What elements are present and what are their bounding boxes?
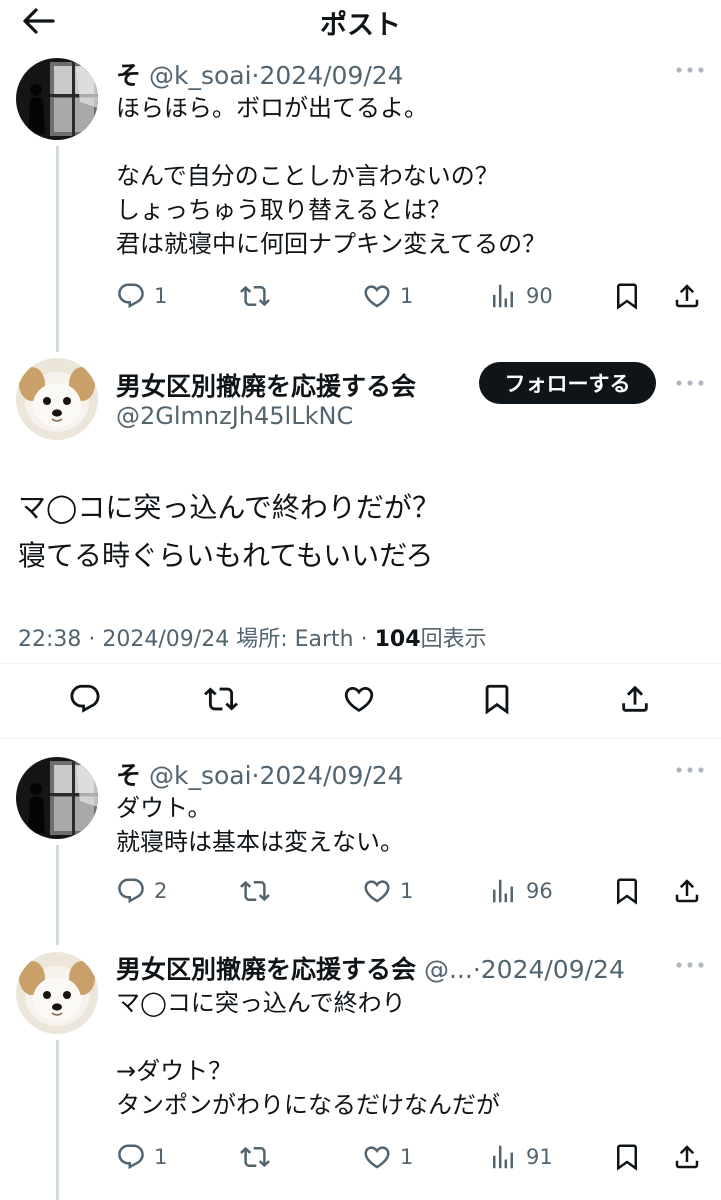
author-name[interactable]: そ	[116, 61, 141, 90]
divider	[0, 738, 721, 739]
bookmark-icon[interactable]	[612, 1142, 642, 1172]
post-text: ほらほら。ボロが出てるよ。 なんで自分のことしか言わないの？ しょっちゅう取り替…	[116, 94, 547, 258]
views-button[interactable]: 91	[488, 1142, 553, 1172]
author-name[interactable]: 男女区別撤廃を応援する会	[116, 372, 416, 401]
like-icon[interactable]	[342, 682, 376, 716]
post-header: そ @k_soai·2024/09/24	[116, 756, 404, 792]
like-button[interactable]: 1	[362, 281, 413, 311]
views-icon	[488, 281, 518, 311]
post-date[interactable]: 2024/09/24	[260, 61, 404, 90]
like-icon	[362, 876, 392, 906]
post-time[interactable]: 22:38	[18, 627, 81, 652]
post-header: 男女区別撤廃を応援する会 @...·2024/09/24	[116, 950, 625, 986]
follow-button[interactable]: フォローする	[479, 362, 656, 404]
page-title: ポスト	[320, 10, 401, 41]
avatar[interactable]	[16, 58, 98, 140]
views-button[interactable]: 90	[488, 281, 553, 311]
more-icon[interactable]	[674, 765, 706, 775]
thread-line	[56, 146, 59, 352]
view-count: 104	[374, 627, 421, 652]
reply-icon	[116, 876, 146, 906]
divider	[0, 663, 721, 664]
reply-icon	[116, 1142, 146, 1172]
bookmark-icon[interactable]	[612, 876, 642, 906]
author-handle[interactable]: @k_soai	[149, 761, 252, 790]
thread-line	[56, 845, 59, 945]
retweet-button[interactable]	[240, 1142, 278, 1172]
views-count: 91	[526, 1145, 553, 1169]
reply-count: 2	[154, 879, 168, 903]
author-handle[interactable]: @2GlmnzJh45lLkNC	[116, 402, 353, 430]
reply-count: 1	[154, 1145, 168, 1169]
share-icon[interactable]	[672, 281, 702, 311]
separator-dot: ·	[251, 61, 260, 90]
like-icon	[362, 1142, 392, 1172]
main-author-name-row: 男女区別撤廃を応援する会	[116, 367, 416, 403]
separator-dot: ·	[472, 955, 481, 984]
separator-dot: ·	[251, 761, 260, 790]
author-handle[interactable]: @k_soai	[149, 61, 252, 90]
retweet-icon	[240, 1142, 270, 1172]
post-info-line: 22:38 · 2024/09/24 場所: Earth · 104回表示	[18, 621, 487, 653]
post-text: マ◯コに突っ込んで終わり →ダウト？ タンポンがわりになるだけなんだが	[116, 989, 500, 1119]
author-name[interactable]: 男女区別撤廃を応援する会	[116, 955, 416, 984]
bookmark-icon[interactable]	[480, 682, 514, 716]
views-button[interactable]: 96	[488, 876, 553, 906]
reply-button[interactable]: 1	[116, 1142, 167, 1172]
share-icon[interactable]	[618, 682, 652, 716]
post-text: マ◯コに突っ込んで終わりだが？ 寝てる時ぐらいもれてもいいだろ	[18, 491, 440, 572]
retweet-icon	[240, 876, 270, 906]
bookmark-icon[interactable]	[612, 281, 642, 311]
author-handle[interactable]: @...	[424, 955, 473, 984]
retweet-icon[interactable]	[204, 682, 238, 716]
post-date[interactable]: 2024/09/24	[481, 955, 625, 984]
reply-icon	[116, 281, 146, 311]
like-button[interactable]: 1	[362, 876, 413, 906]
post-date[interactable]: 2024/09/24	[102, 627, 229, 652]
retweet-button[interactable]	[240, 281, 278, 311]
separator-dot: ·	[360, 627, 368, 652]
view-count-label: 回表示	[420, 627, 487, 652]
reply-icon[interactable]	[68, 682, 102, 716]
author-name[interactable]: そ	[116, 761, 141, 790]
like-count: 1	[400, 1145, 414, 1169]
like-button[interactable]: 1	[362, 1142, 413, 1172]
retweet-icon	[240, 281, 270, 311]
views-count: 96	[526, 879, 553, 903]
like-icon	[362, 281, 392, 311]
separator-dot: ·	[88, 627, 96, 652]
more-icon[interactable]	[674, 378, 706, 388]
like-count: 1	[400, 879, 414, 903]
post-header: そ @k_soai·2024/09/24	[116, 56, 404, 92]
avatar[interactable]	[16, 358, 98, 440]
views-icon	[488, 1142, 518, 1172]
share-icon[interactable]	[672, 1142, 702, 1172]
retweet-button[interactable]	[240, 876, 278, 906]
reply-button[interactable]: 2	[116, 876, 167, 906]
views-count: 90	[526, 284, 553, 308]
post-text: ダウト。 就寝時は基本は変えない。	[116, 794, 404, 856]
avatar[interactable]	[16, 952, 98, 1034]
more-icon[interactable]	[674, 65, 706, 75]
share-icon[interactable]	[672, 876, 702, 906]
avatar[interactable]	[16, 757, 98, 839]
reply-button[interactable]: 1	[116, 281, 167, 311]
like-count: 1	[400, 284, 414, 308]
more-icon[interactable]	[674, 960, 706, 970]
reply-count: 1	[154, 284, 168, 308]
top-bar: ポスト	[0, 0, 721, 44]
views-icon	[488, 876, 518, 906]
post-location: 場所: Earth	[236, 627, 354, 652]
thread-line	[56, 1040, 59, 1200]
post-date[interactable]: 2024/09/24	[260, 761, 404, 790]
